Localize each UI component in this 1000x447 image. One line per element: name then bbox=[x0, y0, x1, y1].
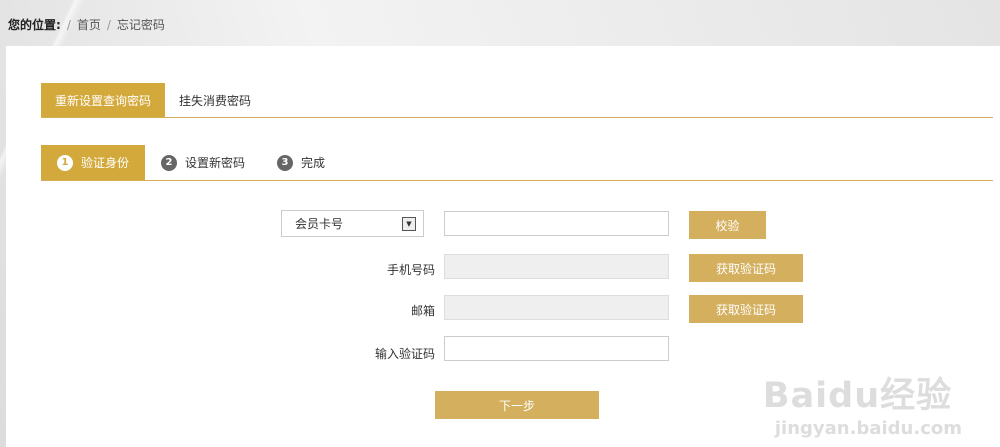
breadcrumb-current: 忘记密码 bbox=[116, 18, 165, 32]
baidu-watermark-logo: Baidu经验 jingyan.baidu.com bbox=[763, 367, 962, 439]
code-label: 输入验证码 bbox=[374, 347, 435, 361]
breadcrumb-lead: 您的位置: bbox=[8, 18, 61, 32]
breadcrumb-home-link[interactable]: 首页 bbox=[77, 16, 101, 33]
main-panel: 重新设置查询密码 挂失消费密码 1 验证身份 2 设置新密码 3 完成 会员卡号… bbox=[6, 46, 1000, 447]
next-step-button[interactable]: 下一步 bbox=[435, 391, 599, 419]
email-label: 邮箱 bbox=[410, 304, 435, 318]
id-type-value: 会员卡号 bbox=[295, 217, 344, 231]
get-email-code-button[interactable]: 获取验证码 bbox=[689, 295, 803, 323]
email-input[interactable] bbox=[444, 295, 669, 320]
breadcrumb-separator: / bbox=[106, 17, 111, 32]
chevron-down-icon[interactable]: ▼ bbox=[402, 217, 416, 231]
breadcrumb-separator: / bbox=[66, 17, 71, 32]
watermark-brand: Baidu经验 bbox=[762, 376, 953, 416]
breadcrumb: 您的位置: / 首页 / 忘记密码 bbox=[8, 16, 165, 33]
phone-input[interactable] bbox=[444, 254, 669, 279]
phone-label: 手机号码 bbox=[386, 263, 435, 277]
code-input[interactable] bbox=[444, 336, 669, 361]
card-number-input[interactable] bbox=[444, 211, 669, 236]
id-type-select[interactable]: 会员卡号 ▼ bbox=[281, 210, 424, 237]
watermark-url: jingyan.baidu.com bbox=[774, 418, 962, 439]
get-phone-code-button[interactable]: 获取验证码 bbox=[689, 254, 803, 282]
verify-button[interactable]: 校验 bbox=[689, 211, 766, 239]
